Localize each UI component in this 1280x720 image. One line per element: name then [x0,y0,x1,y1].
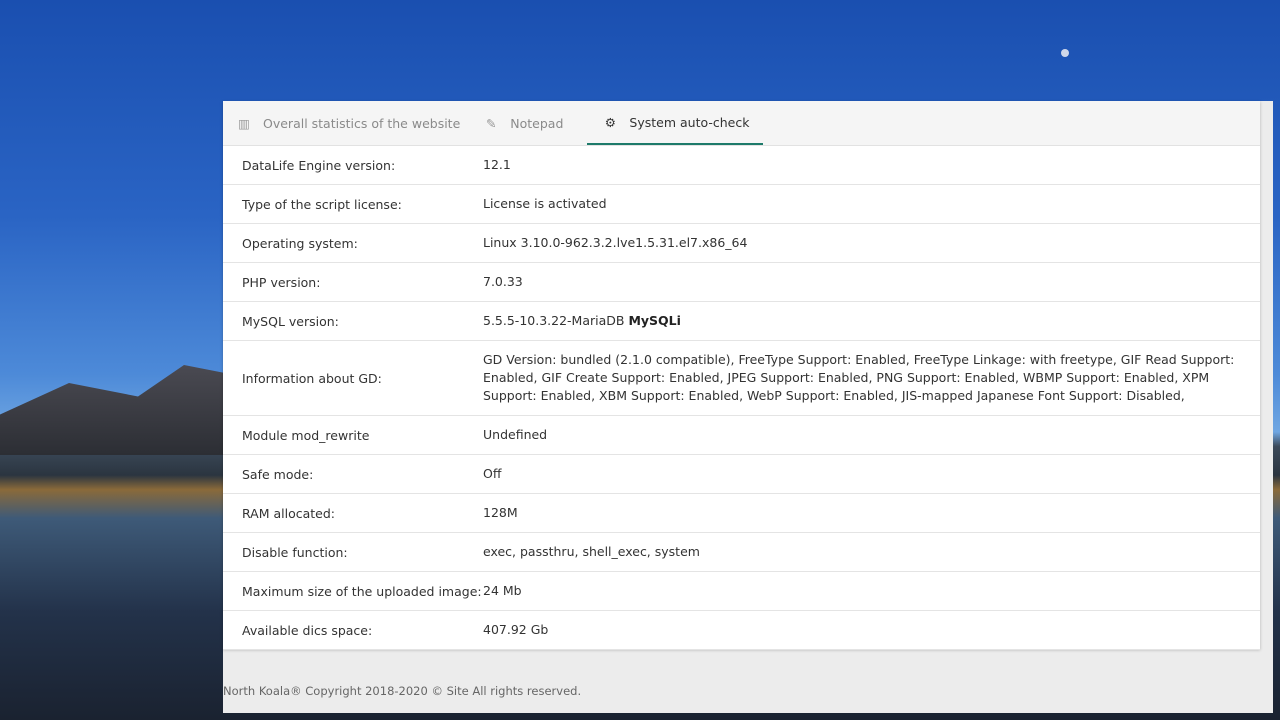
mysql-driver: MySQLi [628,313,681,328]
table-row: Operating system: Linux 3.10.0-962.3.2.lv… [223,224,1260,263]
table-row: Available dics space: 407.92 Gb [223,611,1260,650]
table-row: Safe mode: Off [223,455,1260,494]
row-label: MySQL version: [242,313,339,329]
row-value: 7.0.33 [483,274,523,289]
tab-bar: ▥ Overall statistics of the website ✎ No… [223,101,1260,146]
row-value: License is activated [483,196,607,211]
tab-label: Notepad [510,115,564,131]
row-label: Disable function: [242,544,348,560]
mysql-version: 5.5.5-10.3.22-MariaDB [483,313,625,328]
bar-chart-icon: ▥ [238,115,250,131]
row-label: PHP version: [242,274,321,290]
system-check-card: ▥ Overall statistics of the website ✎ No… [223,101,1260,650]
row-label: Available dics space: [242,622,373,638]
tab-label: Overall statistics of the website [263,115,461,131]
tab-notepad[interactable]: ✎ Notepad [484,101,579,145]
row-value: 5.5.5-10.3.22-MariaDB MySQLi [483,312,1260,330]
row-label: Type of the script license: [242,196,402,212]
admin-panel: ▥ Overall statistics of the website ✎ No… [223,101,1273,713]
table-row: Information about GD: GD Version: bundled… [223,341,1260,416]
moon [1061,49,1069,57]
row-value: exec, passthru, shell_exec, system [483,544,700,559]
row-label: Information about GD: [242,370,382,386]
row-label: RAM allocated: [242,505,336,521]
table-row: Type of the script license: License is ac… [223,185,1260,224]
edit-icon: ✎ [486,115,497,131]
footer-copyright: North Koala® Copyright 2018-2020 © Site … [223,684,582,698]
table-row: RAM allocated: 128M [223,494,1260,533]
row-value: 407.92 Gb [483,622,549,637]
row-label: Operating system: [242,235,358,251]
gear-icon: ⚙ [604,114,617,130]
system-info-table: DataLife Engine version: 12.1 Type of the… [223,146,1260,650]
tab-system-auto-check[interactable]: ⚙ System auto-check [587,101,764,145]
row-value: Off [483,466,502,481]
table-row: DataLife Engine version: 12.1 [223,146,1260,185]
table-row: Disable function: exec, passthru, shell_e… [223,533,1260,572]
row-label: DataLife Engine version: [242,157,396,173]
row-value: Linux 3.10.0-962.3.2.lve1.5.31.el7.x86_6… [483,235,748,250]
wallpaper-mountain [0,365,230,455]
table-row: Module mod_rewrite Undefined [223,416,1260,455]
tab-overall-statistics[interactable]: ▥ Overall statistics of the website [237,101,476,145]
table-row: Maximum size of the uploaded image: 24 Mb [223,572,1260,611]
table-row: PHP version: 7.0.33 [223,263,1260,302]
row-label: Maximum size of the uploaded image: [242,583,482,599]
row-label: Safe mode: [242,466,314,482]
tab-label: System auto-check [629,114,750,130]
row-value: Undefined [483,427,548,442]
row-value: 12.1 [483,157,511,172]
table-row: MySQL version: 5.5.5-10.3.22-MariaDB MySQ… [223,302,1260,341]
row-value: 128M [483,505,518,520]
row-value: 24 Mb [483,583,522,598]
row-value: GD Version: bundled (2.1.0 compatible), … [483,352,1235,403]
row-label: Module mod_rewrite [242,427,370,443]
